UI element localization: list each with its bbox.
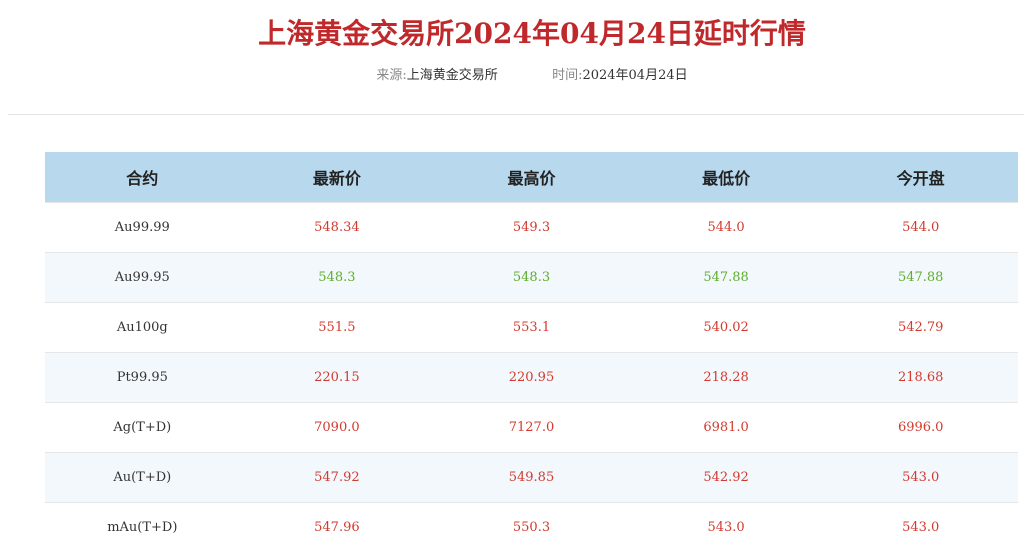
column-header-low: 最低价	[628, 152, 824, 203]
column-header-latest: 最新价	[239, 152, 435, 203]
cell-low: 547.88	[628, 252, 824, 303]
cell-high: 548.3	[434, 252, 629, 303]
table-row: mAu(T+D) 547.96 550.3 543.0 543.0	[45, 502, 1018, 552]
table-row: Au100g 551.5 553.1 540.02 542.79	[45, 302, 1018, 353]
table-row: Au99.99 548.34 549.3 544.0 544.0	[45, 202, 1018, 253]
cell-latest: 551.5	[239, 302, 435, 353]
quotes-table: 合约 最新价 最高价 最低价 今开盘 Au99.99 548.34 549.3 544…	[45, 152, 1018, 552]
cell-name: Pt99.95	[45, 352, 240, 403]
table-body: Au99.99 548.34 549.3 544.0 544.0 Au99.95 548.3…	[45, 202, 1018, 552]
table-row: Ag(T+D) 7090.0 7127.0 6981.0 6996.0	[45, 402, 1018, 453]
cell-latest: 548.3	[239, 252, 435, 303]
cell-latest: 547.96	[239, 502, 435, 552]
cell-low: 218.28	[628, 352, 824, 403]
cell-open: 542.79	[823, 302, 1018, 353]
table-header-row: 合约 最新价 最高价 最低价 今开盘	[45, 152, 1018, 203]
cell-name: Au99.99	[45, 202, 240, 253]
source-label: 来源:	[376, 68, 407, 83]
time-value: 2024年04月24日	[582, 68, 688, 83]
cell-open: 6996.0	[823, 402, 1018, 453]
cell-latest: 548.34	[239, 202, 435, 253]
cell-name: mAu(T+D)	[45, 502, 240, 552]
header-divider	[8, 114, 1024, 115]
cell-low: 544.0	[628, 202, 824, 253]
cell-name: Au(T+D)	[45, 452, 240, 503]
cell-open: 547.88	[823, 252, 1018, 303]
cell-open: 543.0	[823, 502, 1018, 552]
cell-high: 549.3	[434, 202, 629, 253]
table-row: Au99.95 548.3 548.3 547.88 547.88	[45, 252, 1018, 303]
article-meta: 来源:上海黄金交易所 时间:2024年04月24日	[0, 64, 1024, 83]
cell-latest: 547.92	[239, 452, 435, 503]
column-header-contract: 合约	[45, 152, 240, 203]
cell-open: 218.68	[823, 352, 1018, 403]
table-row: Au(T+D) 547.92 549.85 542.92 543.0	[45, 452, 1018, 503]
cell-latest: 220.15	[239, 352, 435, 403]
page-title: 上海黄金交易所2024年04月24日延时行情	[258, 17, 806, 50]
cell-low: 542.92	[628, 452, 824, 503]
column-header-open: 今开盘	[823, 152, 1018, 203]
cell-high: 549.85	[434, 452, 629, 503]
cell-low: 543.0	[628, 502, 824, 552]
cell-high: 7127.0	[434, 402, 629, 453]
column-header-high: 最高价	[434, 152, 629, 203]
cell-high: 553.1	[434, 302, 629, 353]
time-label: 时间:	[552, 68, 583, 83]
cell-name: Au100g	[45, 302, 240, 353]
cell-open: 544.0	[823, 202, 1018, 253]
cell-open: 543.0	[823, 452, 1018, 503]
source-value: 上海黄金交易所	[406, 68, 498, 83]
cell-name: Ag(T+D)	[45, 402, 240, 453]
cell-low: 540.02	[628, 302, 824, 353]
cell-latest: 7090.0	[239, 402, 435, 453]
cell-low: 6981.0	[628, 402, 824, 453]
cell-high: 220.95	[434, 352, 629, 403]
table-row: Pt99.95 220.15 220.95 218.28 218.68	[45, 352, 1018, 403]
page: 上海黄金交易所2024年04月24日延时行情 来源:上海黄金交易所 时间:202…	[0, 0, 1024, 552]
cell-name: Au99.95	[45, 252, 240, 303]
cell-high: 550.3	[434, 502, 629, 552]
